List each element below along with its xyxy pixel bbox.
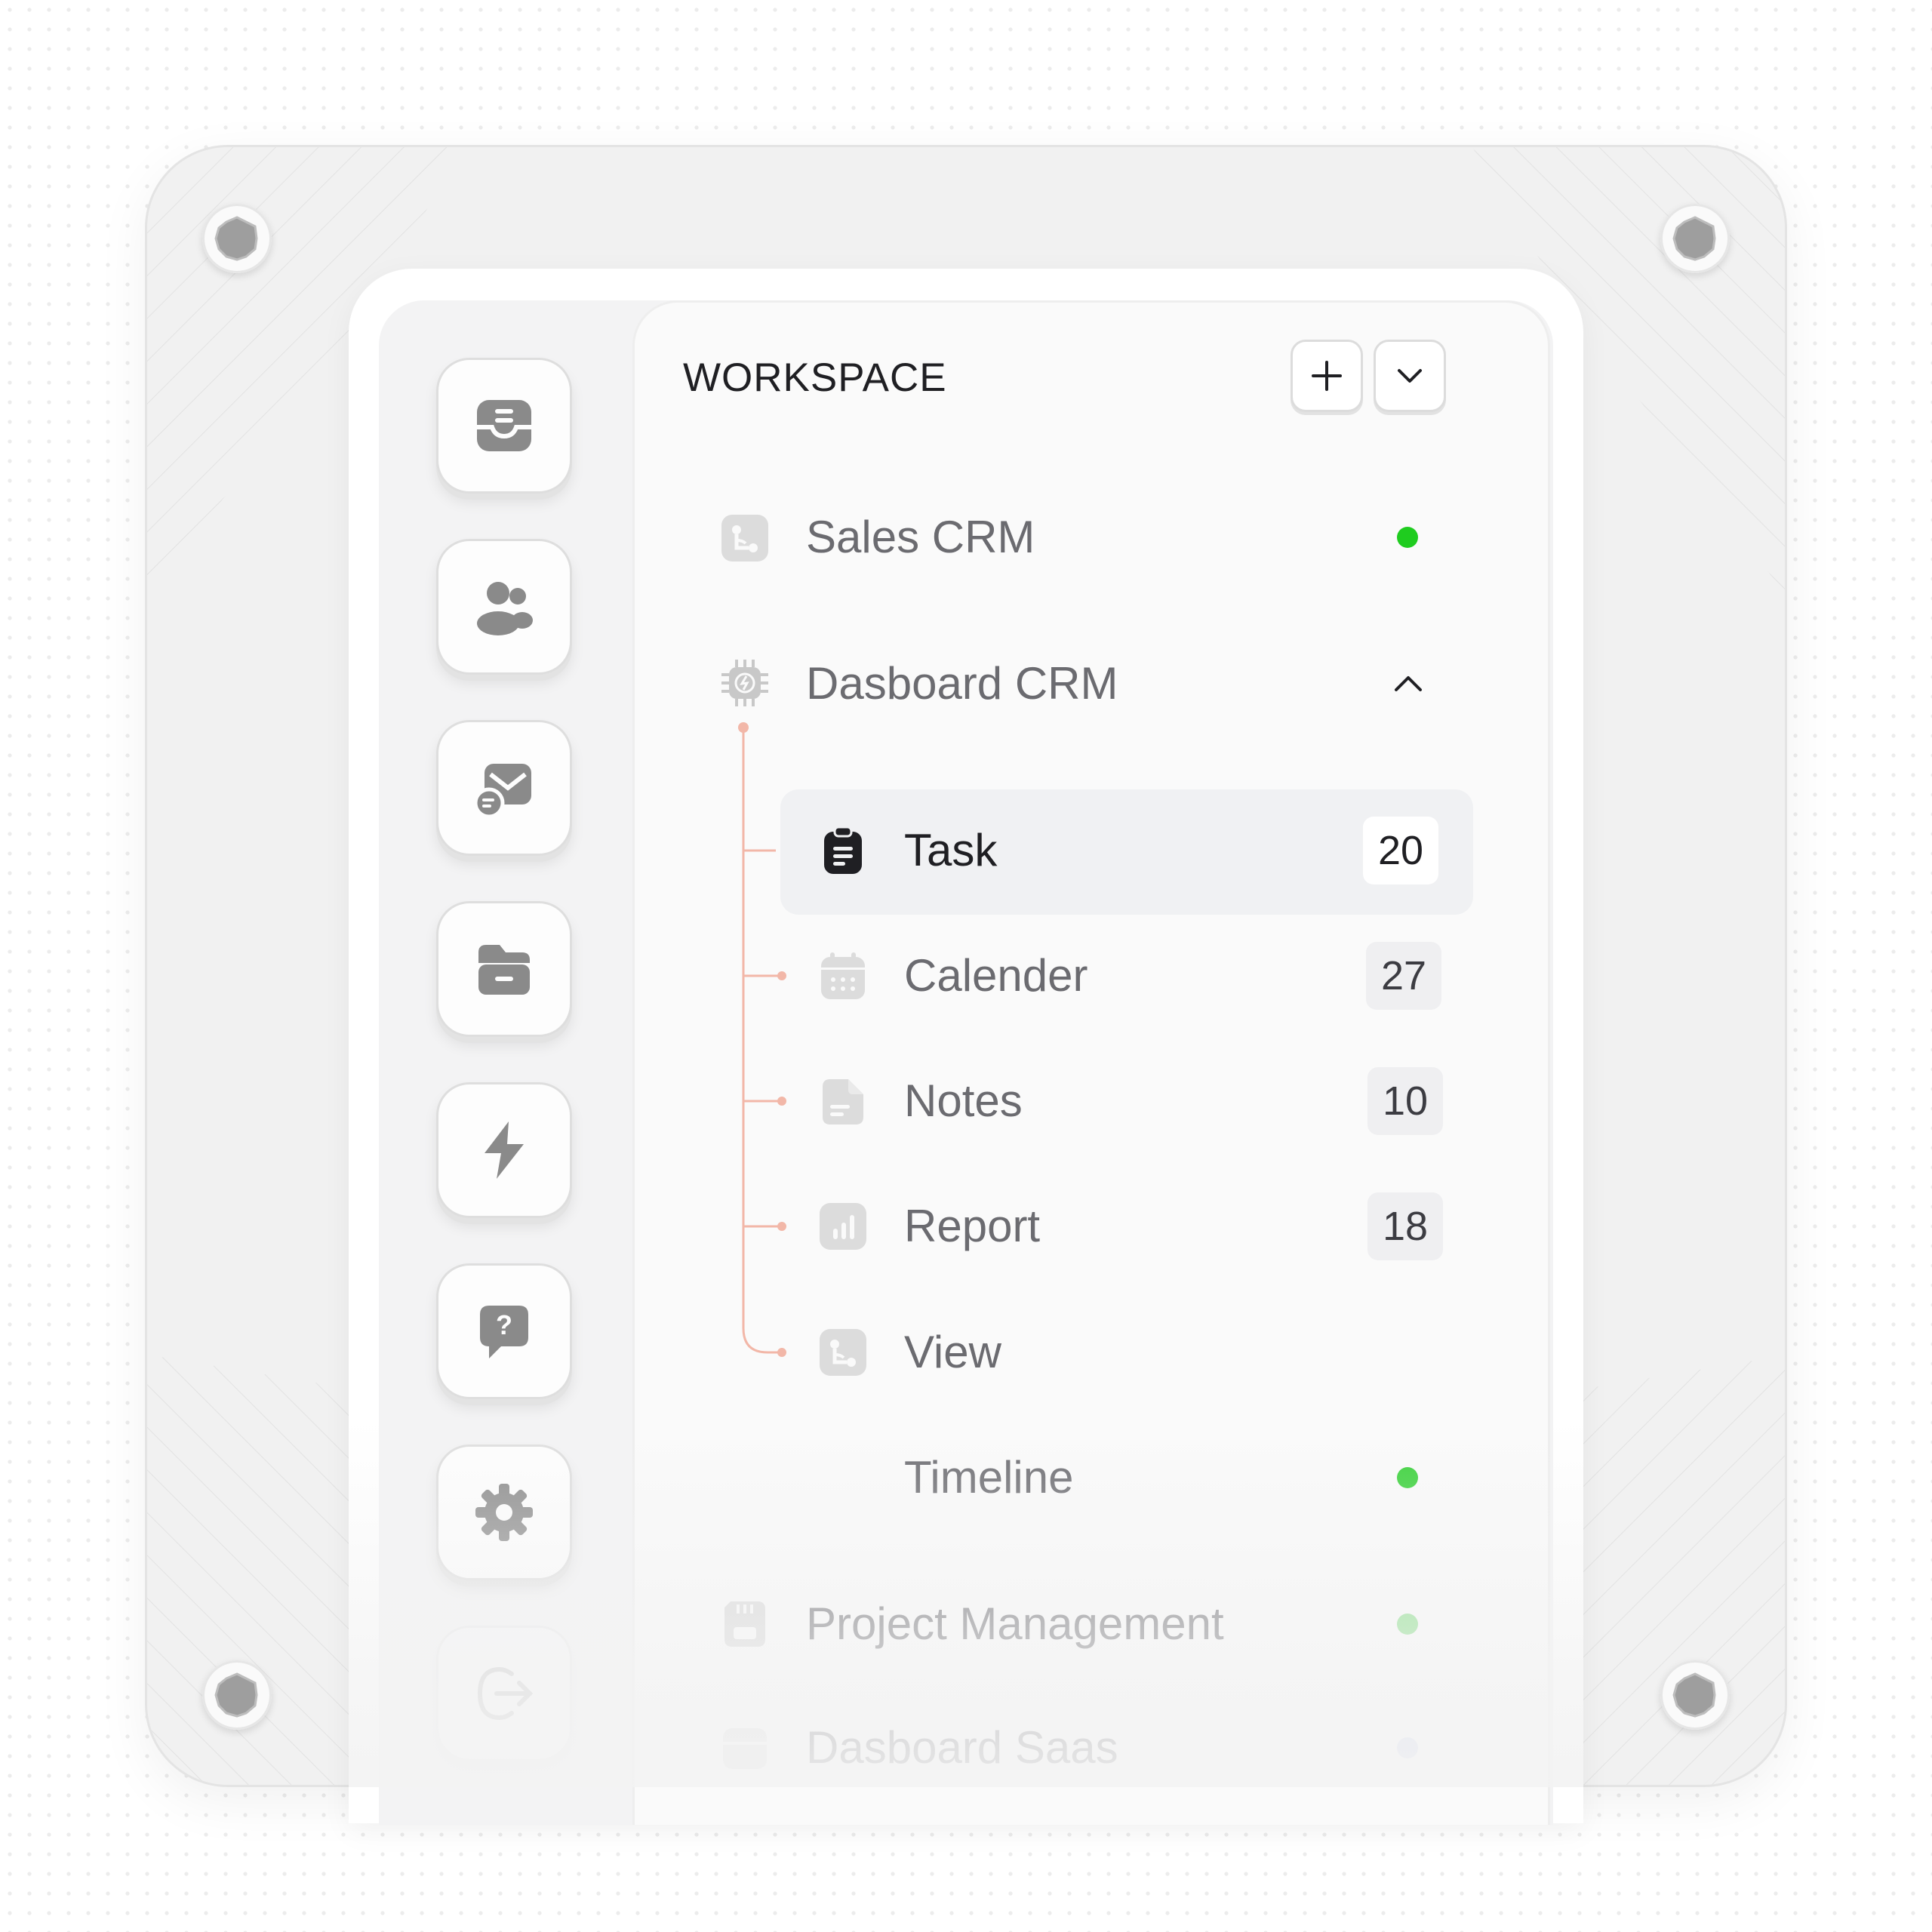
- screw-icon: [202, 1660, 272, 1730]
- lightning-icon: [485, 1121, 524, 1179]
- status-dot: [1397, 1737, 1418, 1758]
- count-badge: 18: [1367, 1192, 1443, 1260]
- clipboard-icon: [824, 826, 862, 874]
- logout-icon: [477, 1666, 534, 1721]
- screw-icon: [1660, 1660, 1730, 1730]
- window-icon: [723, 1728, 767, 1769]
- rail-button-mail[interactable]: [436, 720, 572, 856]
- nav-subitem-label: Notes: [904, 1075, 1023, 1126]
- note-icon: [823, 1079, 863, 1124]
- rail-button-automation[interactable]: [436, 1082, 572, 1218]
- help-chat-icon: ?: [480, 1306, 528, 1358]
- gear-icon: [475, 1484, 533, 1541]
- nav-item-label: Timeline: [904, 1452, 1074, 1503]
- status-dot: [1397, 1467, 1418, 1488]
- rail-button-users[interactable]: [436, 539, 572, 675]
- nav-item-label: Dasboard CRM: [806, 658, 1118, 709]
- users-icon: [477, 582, 533, 635]
- calendar-icon: [821, 952, 865, 999]
- nav-subitem-label: View: [904, 1327, 1001, 1377]
- workspace-dropdown-button[interactable]: [1374, 340, 1446, 412]
- folder-icon: [478, 945, 530, 995]
- chart-icon: [820, 1203, 866, 1250]
- nav-item-label: Dasboard Saas: [806, 1722, 1118, 1773]
- chevron-down-icon: [1398, 369, 1422, 383]
- count-badge: 27: [1366, 942, 1441, 1010]
- chip-icon: [721, 660, 768, 706]
- mail-chat-icon: [473, 764, 531, 819]
- rail-button-help[interactable]: ?: [436, 1263, 572, 1399]
- count-badge: 10: [1367, 1067, 1443, 1135]
- svg-text:?: ?: [496, 1309, 512, 1340]
- rail-button-inbox[interactable]: [436, 358, 572, 494]
- workspace-title: WORKSPACE: [683, 355, 947, 400]
- screw-icon: [1660, 204, 1730, 273]
- rail-button-logout[interactable]: [436, 1626, 572, 1761]
- rail-button-settings[interactable]: [436, 1444, 572, 1580]
- nav-subitem-label: Calender: [904, 950, 1088, 1001]
- rail-button-files[interactable]: [436, 901, 572, 1037]
- flow-icon: [721, 515, 768, 561]
- status-dot: [1397, 527, 1418, 548]
- inbox-tray-icon: [477, 400, 531, 451]
- nav-item-label: Sales CRM: [806, 512, 1035, 562]
- status-dot: [1397, 1614, 1418, 1635]
- chevron-up-icon[interactable]: [1392, 670, 1425, 697]
- sd-card-icon: [724, 1601, 765, 1647]
- nav-subitem-label: Task: [904, 825, 998, 875]
- count-badge: 20: [1363, 817, 1438, 884]
- screw-icon: [202, 204, 272, 273]
- flow-icon: [820, 1329, 866, 1376]
- add-workspace-button[interactable]: [1291, 340, 1363, 412]
- plus-icon: [1312, 361, 1342, 391]
- nav-item-label: Project Management: [806, 1598, 1224, 1649]
- nav-subitem-label: Report: [904, 1201, 1041, 1251]
